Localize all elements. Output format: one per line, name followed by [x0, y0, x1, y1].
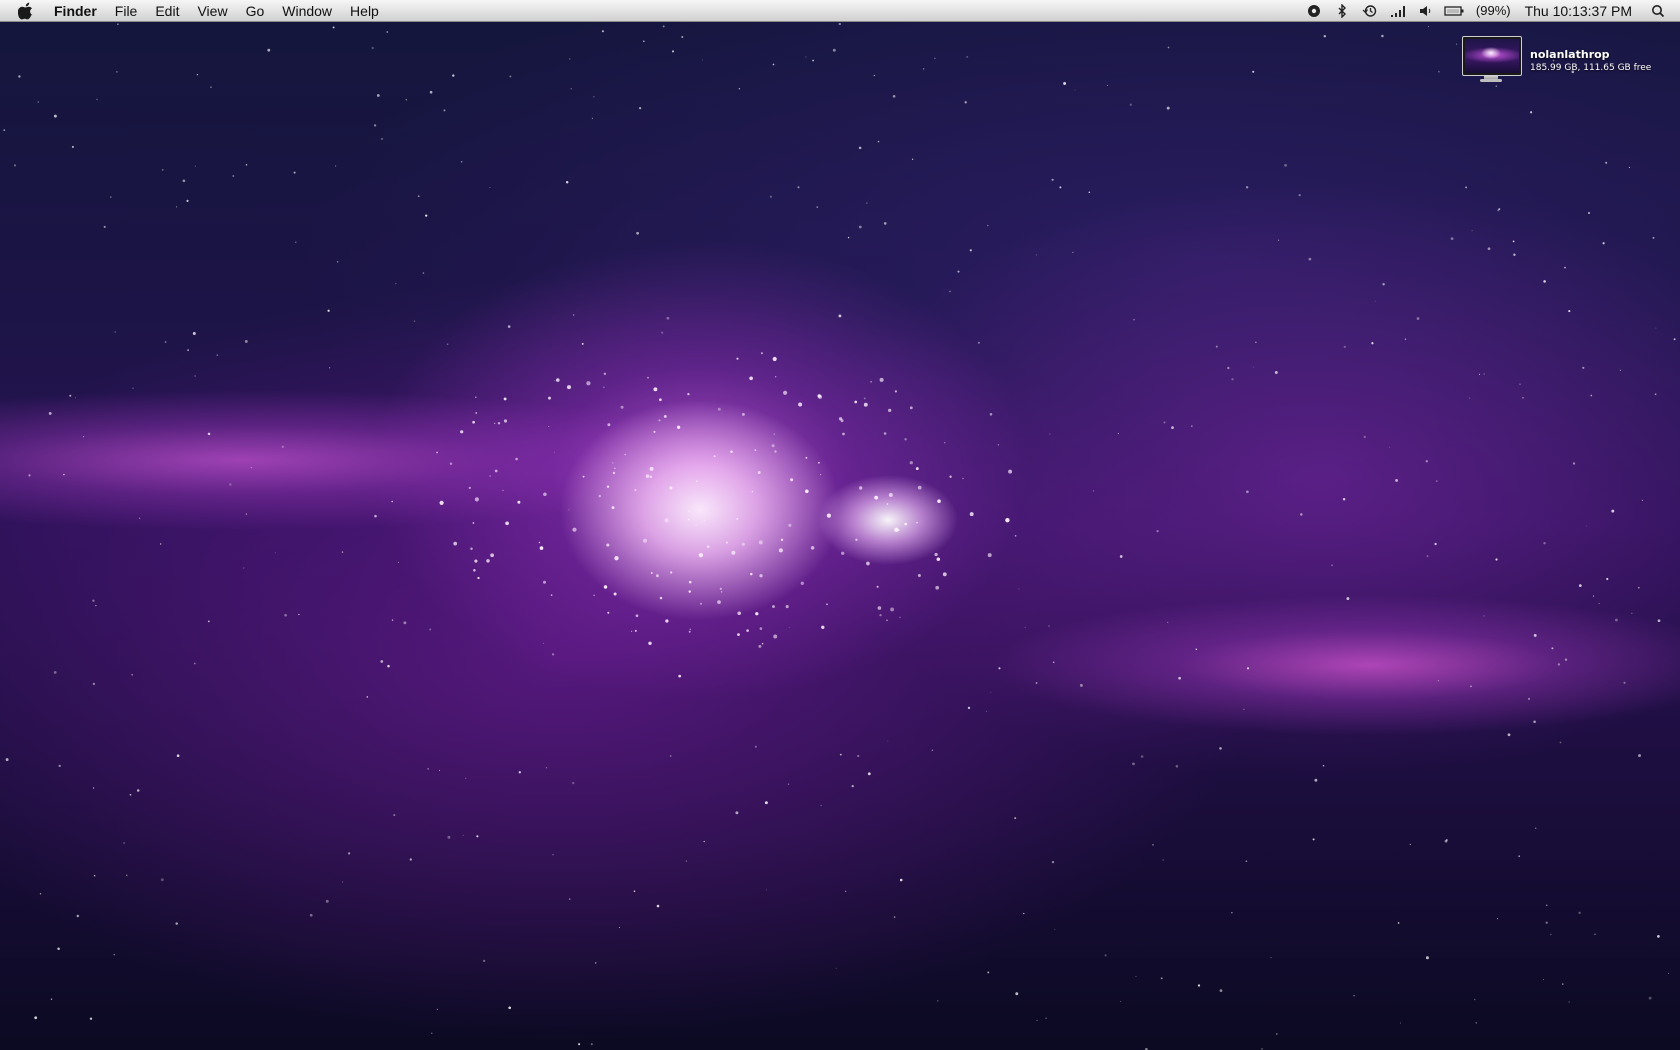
menu-go[interactable]: Go — [237, 0, 274, 22]
menu-window[interactable]: Window — [273, 0, 341, 22]
galaxy-wallpaper-stars — [3, 22, 1676, 1050]
battery-icon[interactable] — [1440, 0, 1468, 22]
disk-user-name: nolanlathrop — [1530, 48, 1610, 61]
menu-bar-status-area: (99%) Thu 10:13:37 PM — [1300, 0, 1680, 22]
wifi-icon[interactable] — [1384, 0, 1412, 22]
menu-bar-left: Finder File Edit View Go Window Help — [0, 0, 388, 22]
menu-edit[interactable]: Edit — [146, 0, 188, 22]
display-thumbnail-icon — [1462, 36, 1522, 84]
disk-usage-widget[interactable]: nolanlathrop 185.99 GB, 111.65 GB free — [1462, 36, 1651, 84]
desktop[interactable]: Finder File Edit View Go Window Help (99… — [0, 0, 1680, 1050]
menu-view[interactable]: View — [188, 0, 236, 22]
bluetooth-icon[interactable] — [1328, 0, 1356, 22]
menu-bar-clock[interactable]: Thu 10:13:37 PM — [1519, 0, 1644, 22]
menu-file[interactable]: File — [106, 0, 147, 22]
spotlight-search-icon[interactable] — [1644, 0, 1672, 22]
volume-icon[interactable] — [1412, 0, 1440, 22]
time-machine-icon[interactable] — [1356, 0, 1384, 22]
battery-percentage[interactable]: (99%) — [1468, 0, 1519, 22]
record-icon[interactable] — [1300, 0, 1328, 22]
menu-bar: Finder File Edit View Go Window Help (99… — [0, 0, 1680, 22]
disk-info: nolanlathrop 185.99 GB, 111.65 GB free — [1530, 36, 1651, 74]
menu-help[interactable]: Help — [341, 0, 388, 22]
disk-space-text: 185.99 GB, 111.65 GB free — [1530, 63, 1652, 73]
menu-app-finder[interactable]: Finder — [46, 0, 106, 22]
apple-logo-icon[interactable] — [6, 0, 46, 22]
